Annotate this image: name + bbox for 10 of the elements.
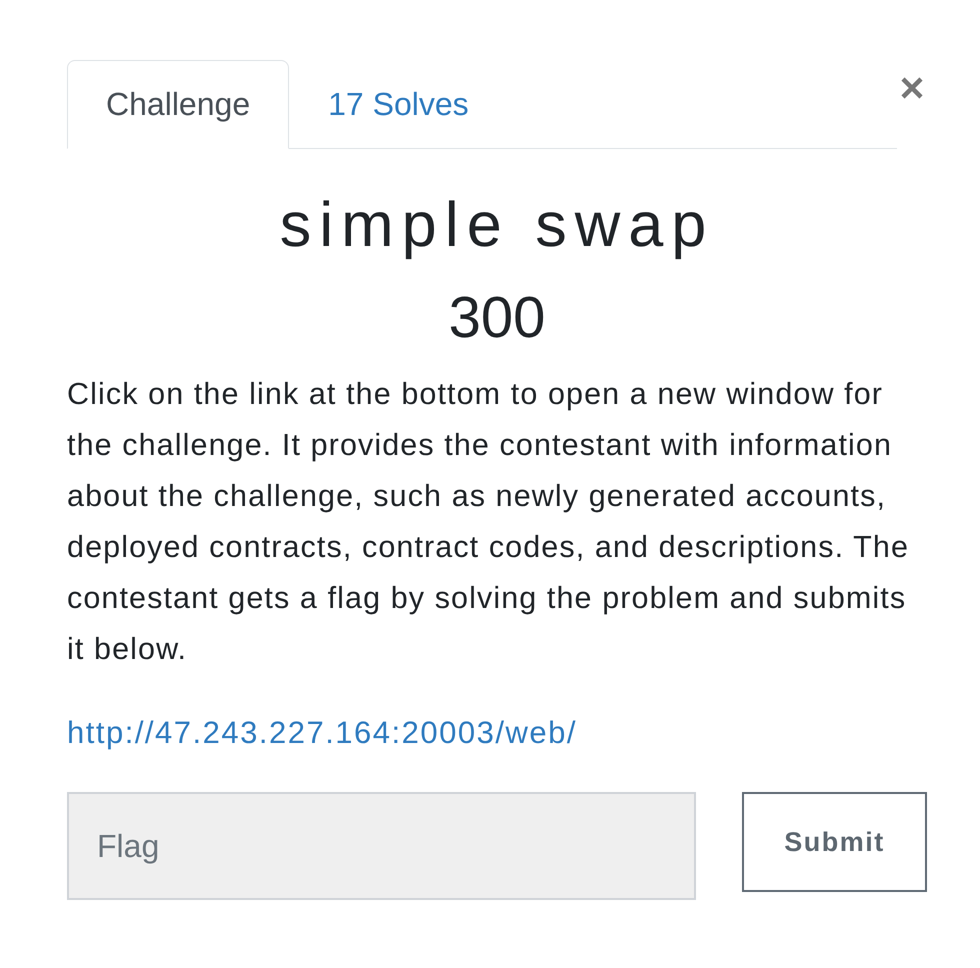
flag-input[interactable]: Flag xyxy=(67,792,696,900)
challenge-link[interactable]: http://47.243.227.164:20003/web/ xyxy=(67,714,577,750)
challenge-description: Click on the link at the bottom to open a new window for the challenge. It provides the contestant with information about the challenge, such as newly generated accounts, deployed contracts, contract codes, and descriptions. The contestant gets a flag by solving the problem and submits it below. xyxy=(67,376,910,668)
close-icon xyxy=(900,76,924,100)
tab[interactable]: Challenge xyxy=(67,60,290,149)
close-button[interactable] xyxy=(900,76,924,100)
submit-button[interactable]: Submit xyxy=(742,792,927,892)
challenge-points: 300 xyxy=(448,287,546,349)
challenge-title: simple swap xyxy=(278,189,716,261)
tab[interactable]: 17 Solves xyxy=(289,60,508,149)
